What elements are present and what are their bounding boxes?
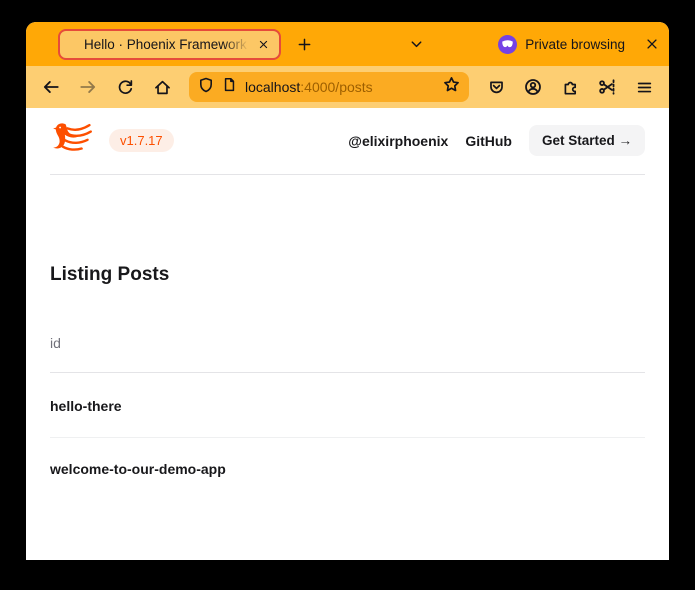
url-text[interactable]: localhost:4000/posts bbox=[245, 79, 435, 95]
url-bar[interactable]: localhost:4000/posts bbox=[189, 72, 469, 102]
home-icon[interactable] bbox=[149, 74, 175, 100]
reload-icon[interactable] bbox=[112, 74, 138, 100]
table-row[interactable]: welcome-to-our-demo-app bbox=[50, 438, 645, 499]
nav-link-github[interactable]: GitHub bbox=[465, 133, 512, 149]
posts-table: id hello-there welcome-to-our-demo-app bbox=[50, 335, 645, 499]
tracking-shield-icon[interactable] bbox=[198, 77, 214, 98]
main-section: Listing Posts id hello-there welcome-to-… bbox=[26, 265, 669, 499]
menu-hamburger-icon[interactable] bbox=[631, 74, 657, 100]
window-close-icon[interactable] bbox=[639, 31, 665, 57]
tab-active[interactable]: Hello · Phoenix Framework bbox=[58, 29, 281, 60]
navigation-toolbar: localhost:4000/posts bbox=[26, 66, 669, 108]
get-started-button[interactable]: Get Started → bbox=[529, 125, 645, 156]
site-header: v1.7.17 @elixirphoenix GitHub Get Starte… bbox=[50, 108, 645, 175]
tab-close-icon[interactable] bbox=[254, 35, 272, 53]
pocket-icon[interactable] bbox=[483, 74, 509, 100]
screenshot-scissors-icon[interactable] bbox=[594, 74, 620, 100]
column-header-id: id bbox=[50, 335, 645, 373]
page-title: Listing Posts bbox=[50, 265, 645, 285]
page-info-icon[interactable] bbox=[222, 77, 237, 97]
url-path: :4000/posts bbox=[300, 79, 372, 95]
table-row[interactable]: hello-there bbox=[50, 373, 645, 438]
screenshot-stage: Hello · Phoenix Framework Private browsi… bbox=[0, 0, 695, 590]
phoenix-logo-icon bbox=[50, 119, 94, 162]
private-mask-icon bbox=[498, 35, 517, 54]
private-browsing-label: Private browsing bbox=[525, 37, 625, 52]
new-tab-button[interactable] bbox=[291, 31, 317, 57]
firefox-window: Hello · Phoenix Framework Private browsi… bbox=[26, 22, 669, 560]
forward-icon[interactable] bbox=[75, 74, 101, 100]
tab-bar: Hello · Phoenix Framework Private browsi… bbox=[26, 22, 669, 66]
list-tabs-chevron-icon[interactable] bbox=[403, 31, 429, 57]
webpage-content: v1.7.17 @elixirphoenix GitHub Get Starte… bbox=[26, 108, 669, 560]
site-nav: @elixirphoenix GitHub Get Started → bbox=[348, 125, 645, 156]
account-icon[interactable] bbox=[520, 74, 546, 100]
tab-title: Hello · Phoenix Framework bbox=[84, 37, 254, 52]
bookmark-star-icon[interactable] bbox=[443, 76, 460, 98]
url-host: localhost bbox=[245, 79, 300, 95]
version-badge: v1.7.17 bbox=[109, 129, 174, 152]
extensions-puzzle-icon[interactable] bbox=[557, 74, 583, 100]
nav-link-elixirphoenix[interactable]: @elixirphoenix bbox=[348, 133, 448, 149]
private-browsing-badge: Private browsing bbox=[498, 35, 625, 54]
back-icon[interactable] bbox=[38, 74, 64, 100]
